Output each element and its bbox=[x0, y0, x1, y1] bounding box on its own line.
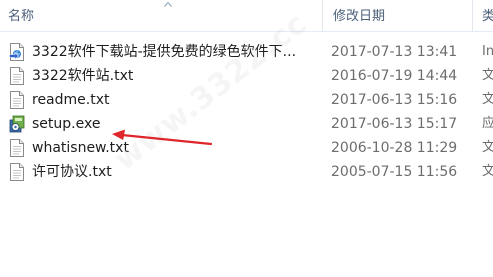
file-type: 应 bbox=[482, 116, 493, 131]
file-row[interactable]: whatisnew.txt 2006-10-28 11:29 文 bbox=[0, 136, 493, 160]
file-date-modified: 2017-07-13 13:41 bbox=[331, 44, 458, 60]
column-header-name-label: 名称 bbox=[8, 9, 35, 24]
file-list: 3322软件下载站-提供免费的绿色软件下... 2017-07-13 13:41… bbox=[0, 40, 493, 184]
file-type: 文 bbox=[482, 68, 493, 83]
file-date-modified: 2017-06-13 15:16 bbox=[331, 92, 458, 108]
sort-ascending-icon bbox=[164, 1, 172, 7]
file-row[interactable]: setup.exe 2017-06-13 15:17 应 bbox=[0, 112, 493, 136]
file-type: 文 bbox=[482, 92, 493, 107]
column-header-date-label: 修改日期 bbox=[333, 9, 386, 24]
file-name: 3322软件下载站-提供免费的绿色软件下... bbox=[32, 44, 297, 60]
file-date-modified: 2005-07-15 11:56 bbox=[331, 164, 458, 180]
text-file-icon bbox=[10, 139, 24, 157]
file-type: In bbox=[482, 44, 493, 59]
column-divider[interactable] bbox=[322, 0, 323, 31]
text-file-icon bbox=[10, 67, 24, 85]
file-date-modified: 2017-06-13 15:17 bbox=[331, 116, 458, 132]
file-name: 3322软件站.txt bbox=[32, 68, 134, 84]
column-header-name[interactable]: 名称 bbox=[8, 0, 318, 31]
file-date-modified: 2006-10-28 11:29 bbox=[331, 140, 458, 156]
file-row[interactable]: readme.txt 2017-06-13 15:16 文 bbox=[0, 88, 493, 112]
file-type: 文 bbox=[482, 164, 493, 179]
text-file-icon bbox=[10, 91, 24, 109]
installer-icon bbox=[9, 115, 25, 133]
file-row[interactable]: 3322软件站.txt 2016-07-19 14:44 文 bbox=[0, 64, 493, 88]
file-name: readme.txt bbox=[32, 92, 110, 108]
file-date-modified: 2016-07-19 14:44 bbox=[331, 68, 458, 84]
text-file-icon bbox=[10, 163, 24, 181]
column-divider[interactable] bbox=[472, 0, 473, 31]
file-name: whatisnew.txt bbox=[32, 140, 129, 156]
file-row[interactable]: 许可协议.txt 2005-07-15 11:56 文 bbox=[0, 160, 493, 184]
column-header-type-label: 类 bbox=[482, 9, 493, 24]
column-header-bar: 名称 修改日期 类 bbox=[0, 0, 493, 32]
file-explorer-window: 名称 修改日期 类 3322软件下载站-提供免费的绿色软件下... 2017-0… bbox=[0, 0, 493, 277]
file-row[interactable]: 3322软件下载站-提供免费的绿色软件下... 2017-07-13 13:41… bbox=[0, 40, 493, 64]
column-header-type[interactable]: 类 bbox=[482, 0, 493, 31]
file-name: 许可协议.txt bbox=[32, 164, 112, 180]
file-type: 文 bbox=[482, 140, 493, 155]
column-header-date-modified[interactable]: 修改日期 bbox=[333, 0, 468, 31]
internet-shortcut-icon bbox=[9, 43, 24, 61]
file-name: setup.exe bbox=[32, 116, 101, 132]
